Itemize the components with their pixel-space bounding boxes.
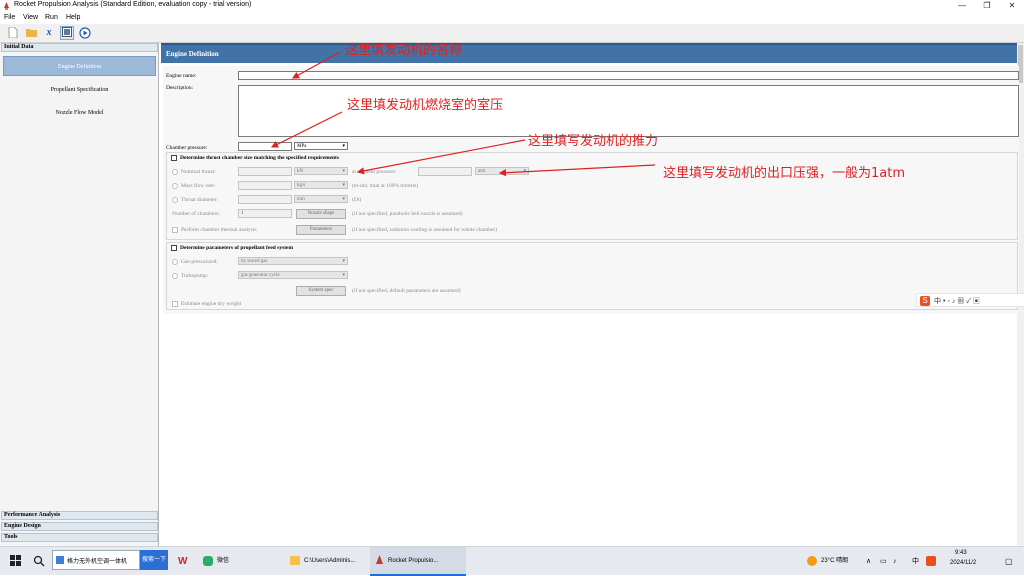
annotation-thrust: 这里填写发动机的推力 bbox=[528, 134, 659, 149]
clock-date[interactable]: 2024/11/2 bbox=[950, 560, 976, 566]
wechat-icon[interactable] bbox=[203, 556, 213, 566]
taskbar-rpa[interactable]: Rocket Propulsio... bbox=[388, 551, 438, 572]
taskbar-wechat[interactable]: 微信 bbox=[217, 551, 229, 572]
folder-icon[interactable] bbox=[290, 556, 300, 565]
ime-indicator[interactable]: 中 bbox=[912, 551, 919, 572]
weather-text[interactable]: 23°C 晴朗 bbox=[821, 551, 848, 572]
annotation-arrow-1 bbox=[291, 51, 341, 79]
search-button[interactable]: 搜索一下 bbox=[140, 550, 168, 570]
rocket-icon bbox=[376, 555, 383, 564]
annotation-chamber-pressure: 这里填发动机燃烧室的室压 bbox=[347, 98, 504, 113]
search-query[interactable]: 格力无外机空调一体机 bbox=[67, 556, 127, 565]
annotation-arrow-3 bbox=[356, 139, 526, 175]
notification-icon[interactable]: ▢ bbox=[1005, 551, 1013, 572]
search-icon[interactable] bbox=[33, 555, 45, 567]
browser-icon bbox=[56, 556, 64, 564]
windows-start-icon[interactable] bbox=[10, 555, 22, 567]
wps-icon[interactable]: W bbox=[178, 551, 187, 572]
network-icon[interactable]: ▭ bbox=[880, 551, 887, 572]
taskbar-explorer[interactable]: C:\Users\Adminis... bbox=[304, 551, 355, 572]
tray-arrow-icon[interactable]: ∧ bbox=[866, 551, 871, 572]
ime-floating-bar[interactable]: S 中 • ◦ ♪ ▦ ✓ ▣ bbox=[916, 293, 1024, 307]
annotation-arrows bbox=[270, 51, 656, 177]
volume-icon[interactable]: ♪ bbox=[893, 551, 897, 572]
ime-mode-icon[interactable]: 中 • ◦ ♪ ▦ ✓ ▣ bbox=[934, 296, 980, 306]
clock-time[interactable]: 9:43 bbox=[955, 550, 967, 556]
sogou-tray-icon[interactable] bbox=[926, 556, 936, 566]
annotation-exit-pressure: 这里填写发动机的出口压强，一般为1atm bbox=[663, 166, 905, 181]
annotation-engine-name: 这里填发动机的名称 bbox=[345, 43, 463, 58]
annotation-arrow-2 bbox=[270, 111, 343, 148]
annotation-arrow-4 bbox=[498, 164, 656, 177]
weather-icon bbox=[807, 556, 817, 566]
taskbar-search-box[interactable]: 格力无外机空调一体机 bbox=[52, 550, 140, 570]
sogou-icon[interactable]: S bbox=[920, 296, 930, 306]
